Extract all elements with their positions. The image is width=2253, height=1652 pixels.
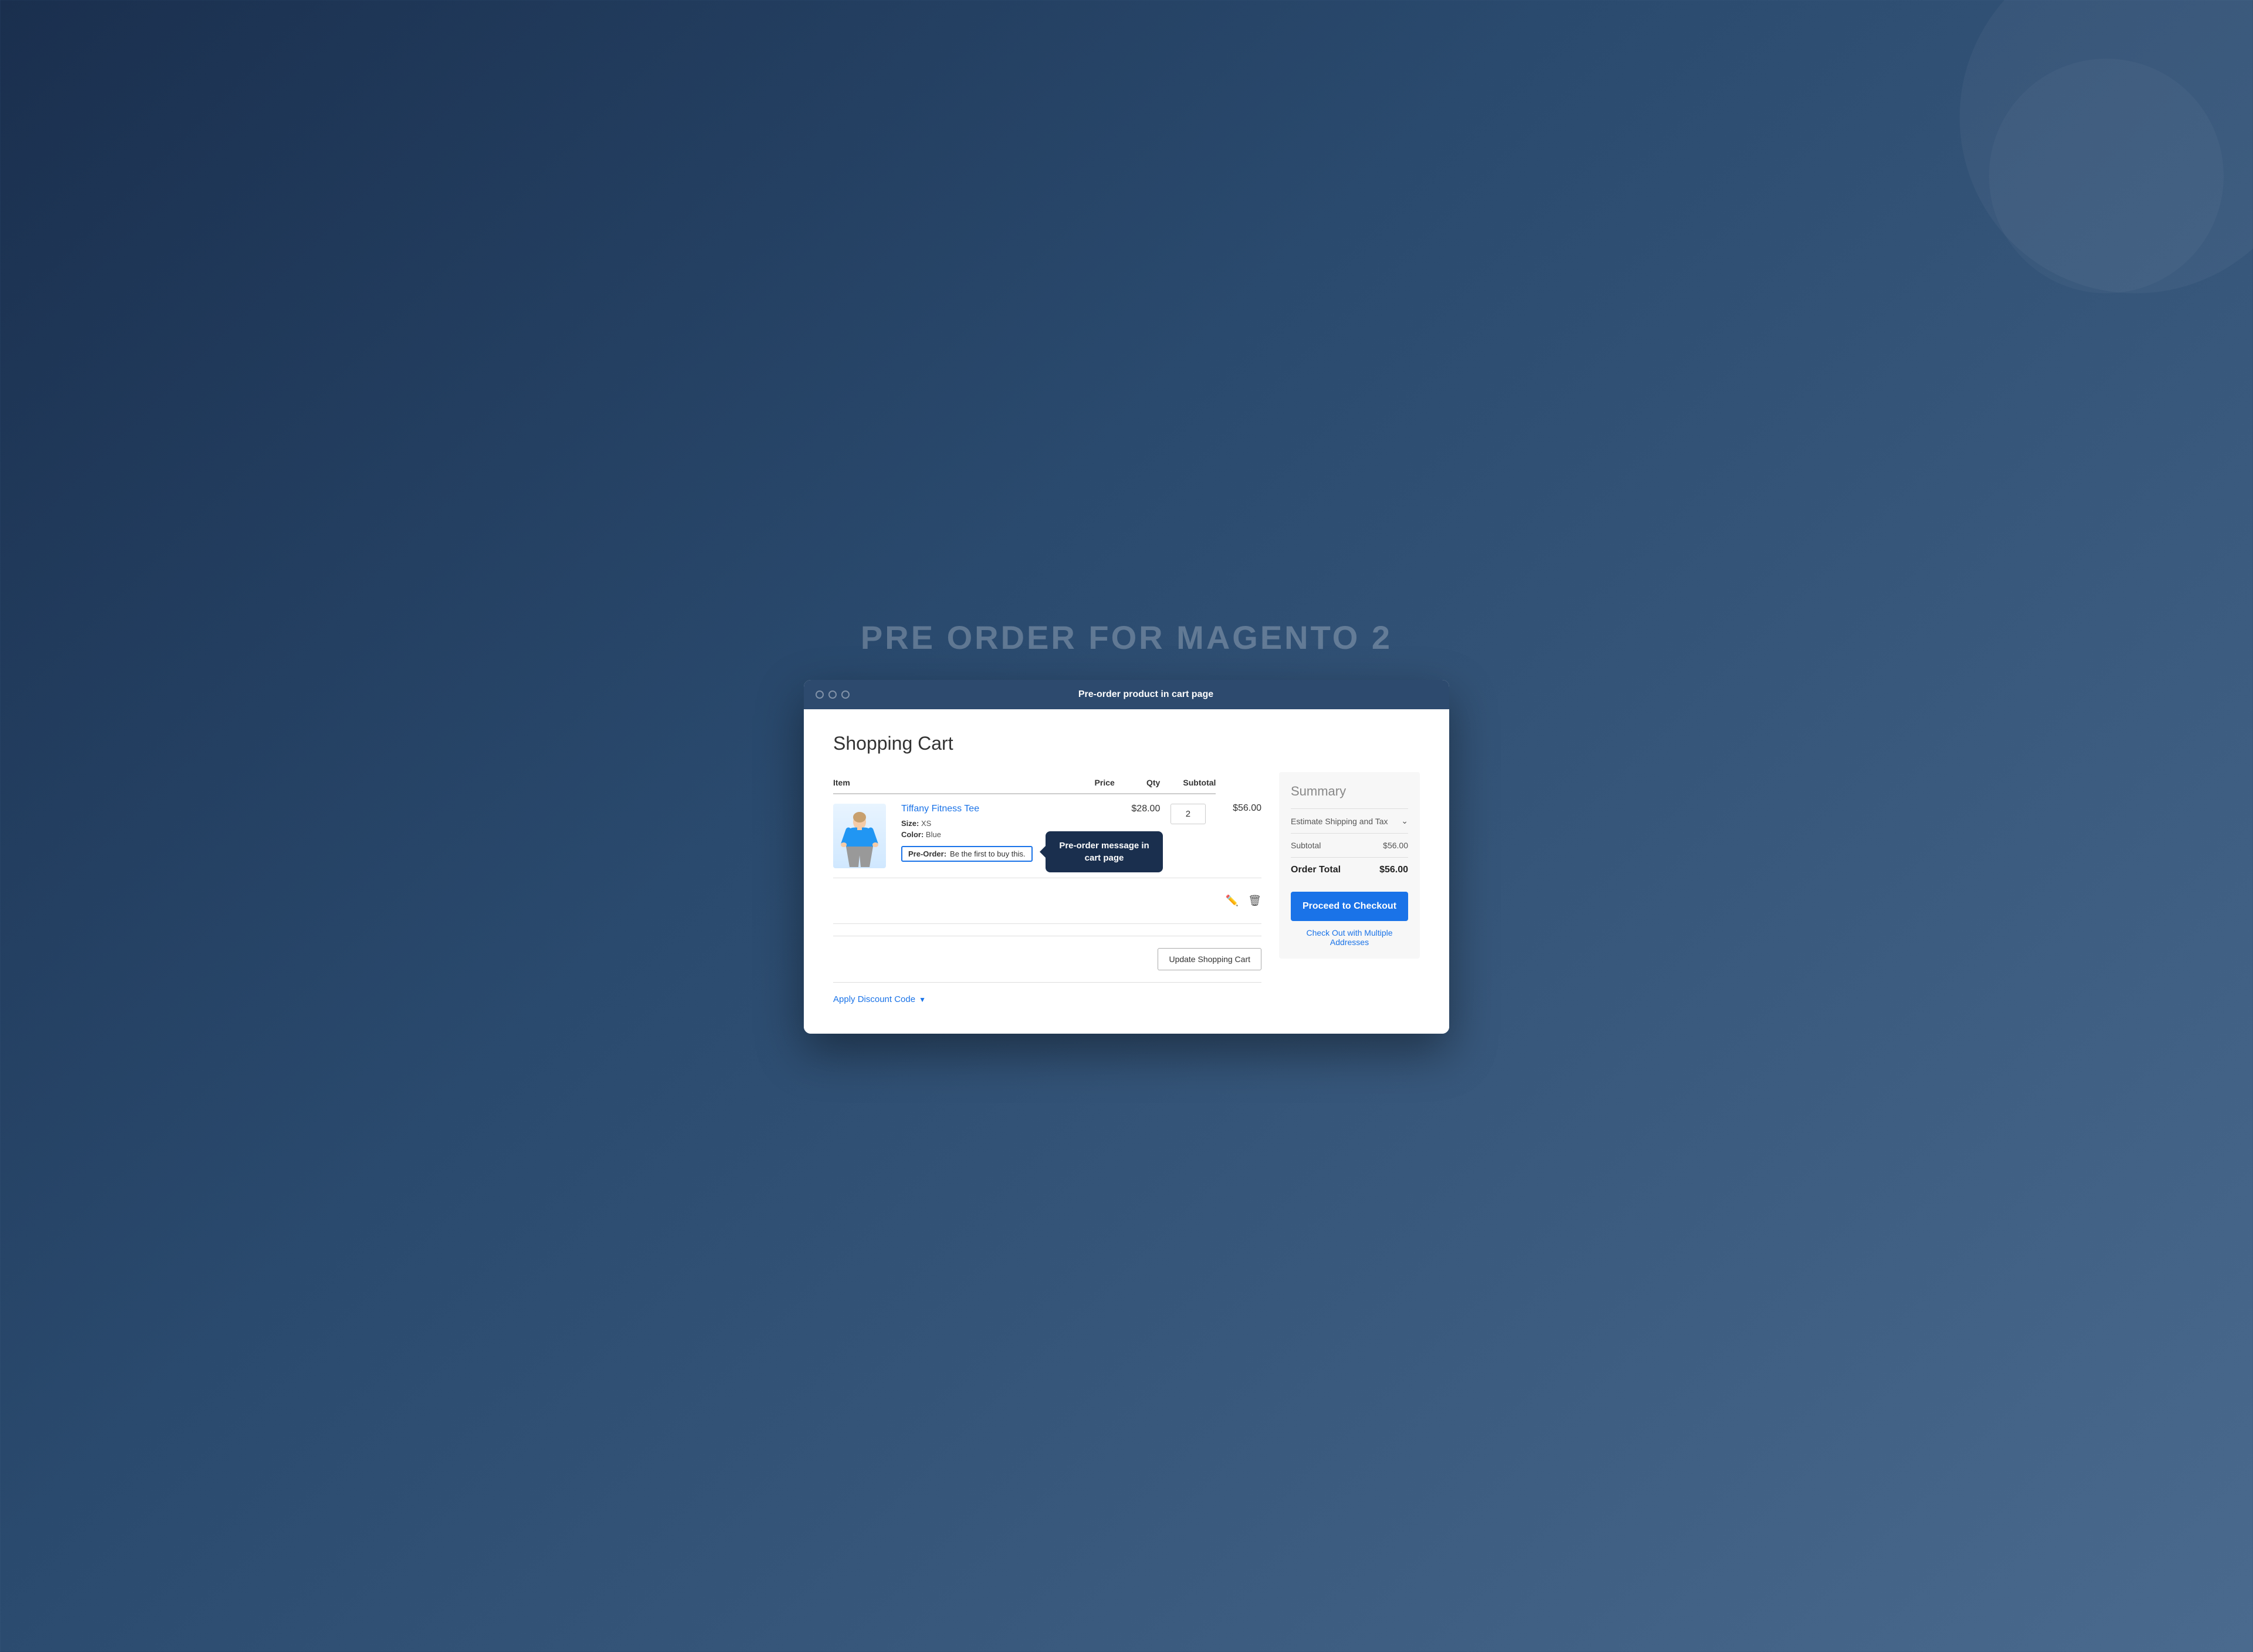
browser-dot-2 xyxy=(828,690,837,699)
browser-content: Shopping Cart Item Price Qty Subtotal xyxy=(804,709,1449,1034)
browser-dot-3 xyxy=(841,690,850,699)
shopping-cart-heading: Shopping Cart xyxy=(833,733,1420,754)
product-size: Size: XS xyxy=(901,819,1115,828)
subtotal-row: Subtotal $56.00 xyxy=(1291,833,1408,857)
browser-dot-1 xyxy=(816,690,824,699)
browser-title: Pre-order product in cart page xyxy=(854,689,1437,700)
product-subtotal-cell: $56.00 xyxy=(1216,794,1261,878)
row-actions-cell: ✏️ 🗑 xyxy=(1160,878,1261,924)
product-info: Tiffany Fitness Tee Size: XS Color: Blue xyxy=(892,804,1115,862)
discount-divider xyxy=(833,982,1261,983)
subtotal-label: Subtotal xyxy=(1291,841,1321,850)
apply-discount-link[interactable]: Apply Discount Code ▼ xyxy=(833,994,1261,1004)
summary-box: Summary Estimate Shipping and Tax ⌄ Subt… xyxy=(1279,772,1420,959)
preorder-area: Pre-Order: Be the first to buy this. Pre… xyxy=(901,841,1033,862)
preorder-message: Be the first to buy this. xyxy=(950,849,1026,858)
chevron-down-icon: ▼ xyxy=(919,996,926,1004)
main-layout: Item Price Qty Subtotal xyxy=(833,772,1420,1004)
cart-actions-row: ✏️ 🗑 xyxy=(833,878,1261,924)
col-item: Item xyxy=(833,772,892,794)
browser-window: Pre-order product in cart page Shopping … xyxy=(804,680,1449,1034)
estimate-shipping-row[interactable]: Estimate Shipping and Tax ⌄ xyxy=(1291,808,1408,833)
product-name[interactable]: Tiffany Fitness Tee xyxy=(901,804,1115,814)
order-total-row: Order Total $56.00 xyxy=(1291,857,1408,882)
update-cart-button[interactable]: Update Shopping Cart xyxy=(1158,948,1261,970)
product-subtotal: $56.00 xyxy=(1233,803,1261,813)
order-total-value: $56.00 xyxy=(1379,865,1408,875)
cart-section: Item Price Qty Subtotal xyxy=(833,772,1261,1004)
preorder-tooltip: Pre-order message in cart page xyxy=(1046,831,1163,872)
col-subtotal: Subtotal xyxy=(1160,772,1216,794)
browser-bar: Pre-order product in cart page xyxy=(804,680,1449,709)
preorder-box: Pre-Order: Be the first to buy this. xyxy=(901,846,1033,862)
col-price: Price xyxy=(892,772,1115,794)
product-qty-cell[interactable] xyxy=(1160,794,1216,878)
estimate-chevron-icon: ⌄ xyxy=(1401,816,1408,826)
discount-label: Apply Discount Code xyxy=(833,994,915,1004)
product-image-cell xyxy=(833,794,892,878)
summary-section: Summary Estimate Shipping and Tax ⌄ Subt… xyxy=(1279,772,1420,1004)
product-price: $28.00 xyxy=(1131,804,1160,814)
cart-actions: ✏️ 🗑 xyxy=(1160,888,1261,914)
subtotal-value: $56.00 xyxy=(1383,841,1408,850)
qty-input[interactable] xyxy=(1171,804,1206,824)
col-qty: Qty xyxy=(1115,772,1161,794)
multi-address-link[interactable]: Check Out with Multiple Addresses xyxy=(1291,928,1408,947)
page-title: PRE ORDER FOR MAGENTO 2 xyxy=(861,618,1392,656)
product-details-cell: Tiffany Fitness Tee Size: XS Color: Blue xyxy=(892,794,1115,878)
delete-icon[interactable]: 🗑 xyxy=(1248,895,1261,907)
preorder-label: Pre-Order: xyxy=(908,849,946,858)
cart-table: Item Price Qty Subtotal xyxy=(833,772,1261,924)
edit-icon[interactable]: ✏️ xyxy=(1226,895,1239,907)
product-image xyxy=(833,804,886,868)
order-total-label: Order Total xyxy=(1291,865,1341,875)
cart-item-row: Tiffany Fitness Tee Size: XS Color: Blue xyxy=(833,794,1261,878)
estimate-shipping-label: Estimate Shipping and Tax xyxy=(1291,817,1388,826)
proceed-to-checkout-button[interactable]: Proceed to Checkout xyxy=(1291,892,1408,921)
summary-title: Summary xyxy=(1291,784,1408,799)
empty-cell xyxy=(833,878,1160,924)
